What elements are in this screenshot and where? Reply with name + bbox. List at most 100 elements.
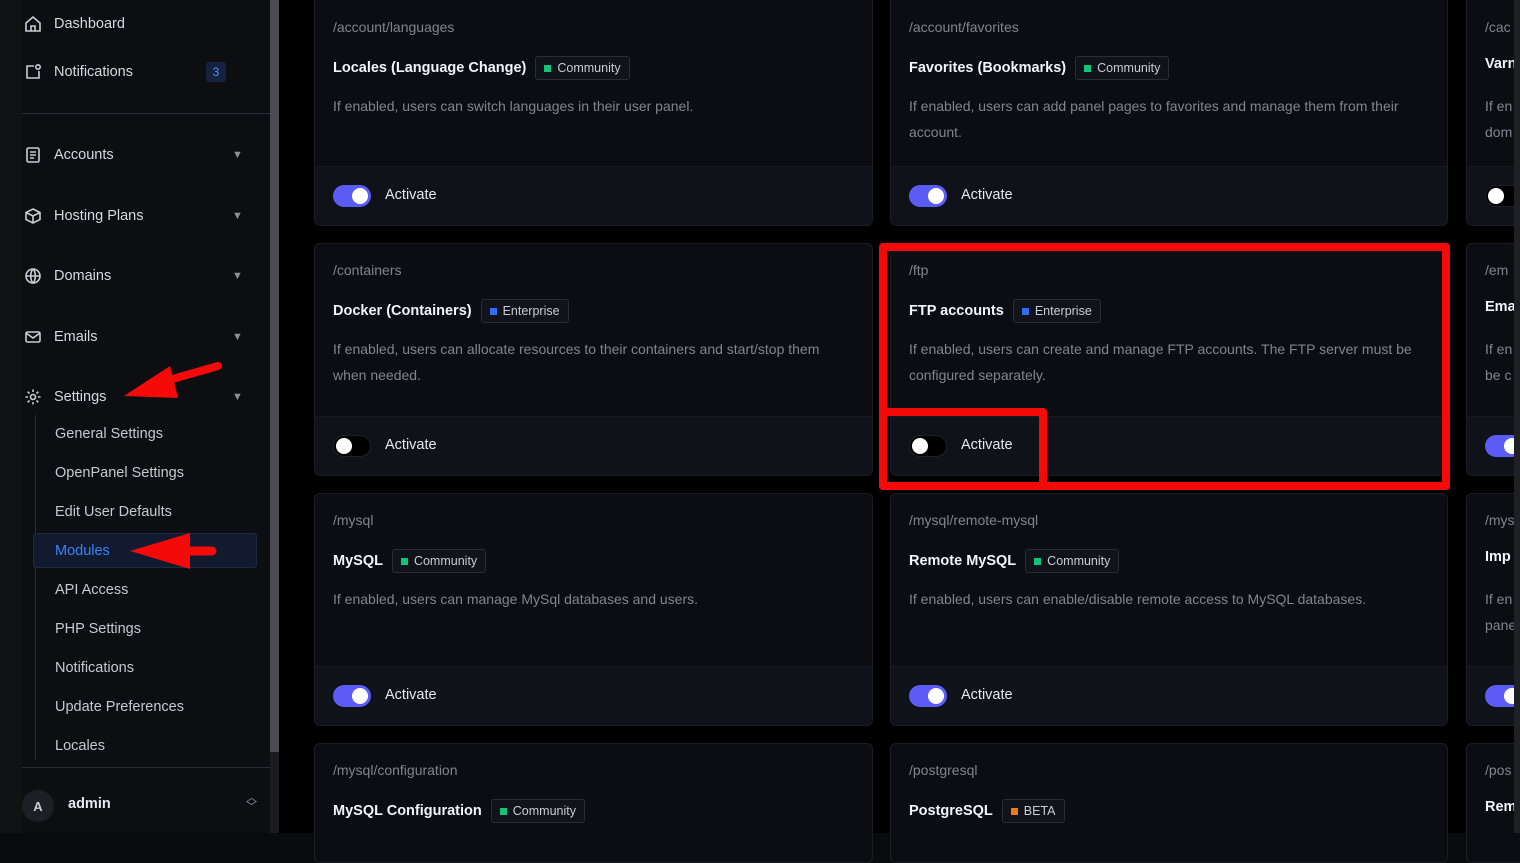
module-card-partial: /cac Varn If en dom	[1466, 0, 1520, 226]
module-footer: Activate	[315, 416, 872, 475]
module-footer	[1467, 666, 1520, 725]
module-title: MySQL Community	[333, 549, 487, 573]
community-dot	[400, 557, 408, 565]
module-path: /mysql	[333, 512, 374, 528]
sidebar-scrollbar[interactable]	[270, 0, 279, 833]
module-name: PostgreSQL	[909, 803, 993, 819]
edition-tag: BETA	[1001, 799, 1065, 823]
module-footer: Activate	[891, 166, 1447, 225]
toggle-knob	[352, 688, 368, 704]
submenu-guide-line	[35, 415, 36, 760]
nav-accounts[interactable]: Accounts ▼	[22, 135, 270, 175]
module-card: /postgresql PostgreSQL BETA	[890, 743, 1448, 863]
nav-notifications[interactable]: Notifications	[22, 52, 270, 92]
activate-toggle[interactable]	[333, 435, 371, 457]
module-description: If enabled, users can allocate resources…	[333, 341, 820, 383]
nav-dashboard-label: Dashboard	[54, 16, 125, 32]
sidebar-divider	[22, 113, 270, 114]
toggle-knob	[352, 188, 368, 204]
module-title: Ema	[1485, 299, 1516, 315]
module-title: Imp	[1485, 549, 1511, 565]
toggle-knob	[336, 438, 352, 454]
module-name: Docker (Containers)	[333, 303, 472, 319]
nav-dashboard[interactable]: Dashboard	[22, 4, 270, 44]
notifications-count-badge: 3	[206, 62, 226, 82]
community-dot	[1084, 64, 1092, 72]
module-path: /cac	[1485, 19, 1511, 35]
nav-notifications-label: Notifications	[54, 64, 133, 80]
settings-item-openpanel[interactable]: OpenPanel Settings	[55, 458, 184, 488]
module-name: MySQL	[333, 553, 383, 569]
sidebar-scrollbar-thumb[interactable]	[270, 0, 279, 752]
chevron-down-icon: ▼	[232, 391, 243, 403]
activate-toggle[interactable]	[909, 685, 947, 707]
settings-item-php[interactable]: PHP Settings	[55, 614, 141, 644]
edition-label: Community	[413, 554, 478, 568]
module-name: Rem	[1485, 799, 1517, 815]
nav-domains[interactable]: Domains ▼	[22, 256, 270, 296]
settings-item-locales[interactable]: Locales	[55, 731, 105, 761]
nav-hosting-plans[interactable]: Hosting Plans ▼	[22, 196, 270, 236]
settings-item-notifications[interactable]: Notifications	[55, 653, 134, 683]
edition-tag: Community	[535, 56, 630, 80]
module-title: Rem	[1485, 799, 1516, 815]
user-name: admin	[68, 796, 111, 812]
module-footer	[1467, 416, 1520, 475]
module-card-partial: /mys Imp If en pane	[1466, 493, 1520, 726]
edition-tag: Community	[490, 799, 585, 823]
module-path: /pos	[1485, 762, 1512, 778]
module-card: /containers Docker (Containers) Enterpri…	[314, 243, 873, 476]
module-path: /containers	[333, 262, 402, 278]
nav-accounts-label: Accounts	[54, 147, 114, 163]
module-title: Remote MySQL Community	[909, 549, 1120, 573]
nav-emails[interactable]: Emails ▼	[22, 317, 270, 357]
module-path: /mysql/remote-mysql	[909, 512, 1039, 528]
module-title: Favorites (Bookmarks) Community	[909, 56, 1170, 80]
module-name: Remote MySQL	[909, 553, 1017, 569]
chevron-down-icon: ▼	[232, 331, 243, 343]
avatar: A	[22, 790, 54, 822]
module-name: MySQL Configuration	[333, 803, 482, 819]
module-description: If enabled, users can switch languages i…	[333, 98, 694, 114]
notification-icon	[24, 63, 42, 81]
settings-item-user-defaults[interactable]: Edit User Defaults	[55, 497, 172, 527]
nav-domains-label: Domains	[54, 268, 112, 284]
module-name: Ema	[1485, 299, 1516, 315]
right-edge	[1514, 0, 1520, 833]
module-title: Locales (Language Change) Community	[333, 56, 630, 80]
activate-toggle[interactable]	[909, 185, 947, 207]
activate-toggle[interactable]	[333, 685, 371, 707]
toggle-knob	[1488, 188, 1504, 204]
edition-tag: Enterprise	[480, 299, 569, 323]
activate-label: Activate	[385, 187, 437, 203]
edition-label: BETA	[1023, 804, 1056, 818]
module-path: /em	[1485, 262, 1509, 278]
settings-item-general[interactable]: General Settings	[55, 419, 163, 449]
enterprise-dot	[489, 307, 497, 315]
activate-label: Activate	[385, 437, 437, 453]
chevron-down-icon: ▼	[232, 270, 243, 282]
gear-icon	[24, 388, 42, 406]
module-footer: Activate	[891, 666, 1447, 725]
settings-item-update-preferences[interactable]: Update Preferences	[55, 692, 184, 722]
module-name: Locales (Language Change)	[333, 60, 527, 76]
accounts-icon	[24, 146, 42, 164]
toggle-knob	[928, 188, 944, 204]
activate-label: Activate	[961, 187, 1013, 203]
module-title: Varn	[1485, 56, 1516, 72]
edition-tag: Community	[1075, 56, 1170, 80]
module-path: /account/languages	[333, 19, 455, 35]
toggle-knob	[928, 688, 944, 704]
settings-item-api-access[interactable]: API Access	[55, 575, 128, 605]
nav-settings-label: Settings	[54, 389, 107, 405]
nav-hosting-plans-label: Hosting Plans	[54, 208, 144, 224]
activate-label: Activate	[385, 687, 437, 703]
community-dot	[499, 807, 507, 815]
globe-icon	[24, 267, 42, 285]
module-path: /mys	[1485, 512, 1515, 528]
activate-toggle[interactable]	[333, 185, 371, 207]
settings-item-modules[interactable]: Modules	[55, 536, 110, 566]
user-menu[interactable]: A admin ︿ ﹀	[22, 782, 270, 826]
module-path: /postgresql	[909, 762, 978, 778]
module-card: /mysql/configuration MySQL Configuration…	[314, 743, 873, 863]
